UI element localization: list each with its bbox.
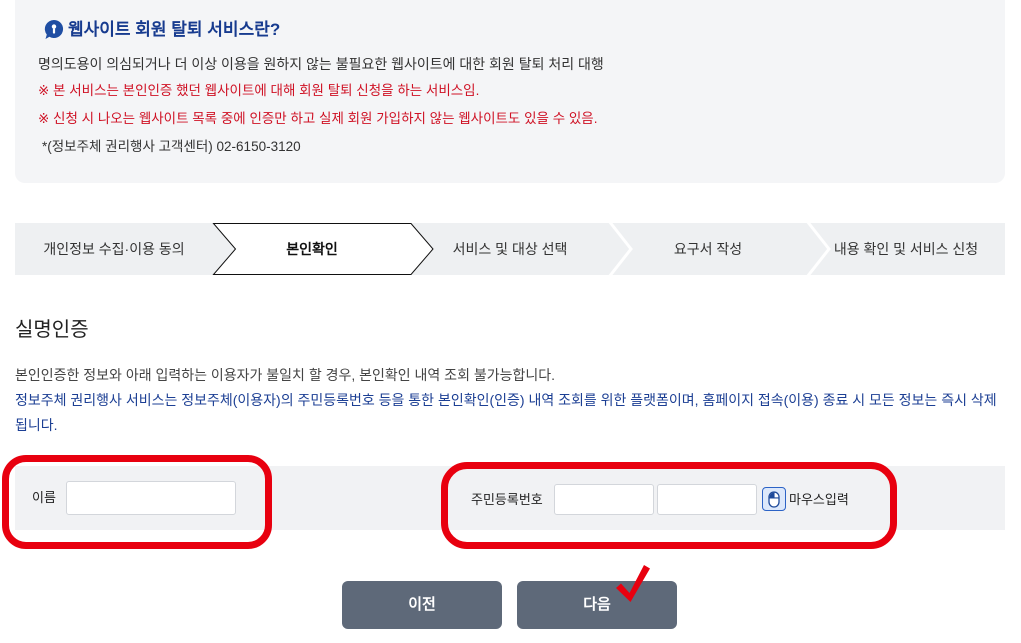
step-write-request: 요구서 작성 — [673, 241, 743, 257]
service-notice: ※ 신청 시 나오는 웹사이트 목록 중에 인증만 하고 실제 회원 가입하지 … — [38, 111, 598, 126]
privacy-info-text: 정보주체 권리행사 서비스는 정보주체(이용자)의 주민등록번호 등을 통한 본… — [15, 392, 997, 433]
next-button[interactable]: 다음 — [517, 581, 677, 629]
step-select-service: 서비스 및 대상 선택 — [452, 241, 568, 257]
rrn-back-input[interactable] — [657, 484, 757, 515]
rrn-front-input[interactable] — [554, 484, 654, 515]
identity-form: 이름 주민등록번호 마우스입력 — [15, 466, 1005, 530]
mouse-input-label: 마우스입력 — [789, 492, 849, 507]
step-consent: 개인정보 수집·이용 동의 — [43, 241, 185, 257]
customer-center-contact: *(정보주체 권리행사 고객센터) 02-6150-3120 — [42, 139, 301, 154]
service-notice: ※ 본 서비스는 본인인증 했던 웹사이트에 대해 회원 탈퇴 신청을 하는 서… — [38, 83, 480, 98]
name-input[interactable] — [66, 481, 236, 515]
mouse-input-button[interactable] — [762, 487, 786, 511]
step-labels: 개인정보 수집·이용 동의 본인확인 서비스 및 대상 선택 요구서 작성 내용… — [15, 223, 1005, 275]
service-info-box: 웹사이트 회원 탈퇴 서비스란? 명의도용이 의심되거나 더 이상 이용을 원하… — [15, 0, 1005, 183]
prev-button[interactable]: 이전 — [342, 581, 502, 629]
step-identity-verification: 본인확인 — [286, 241, 338, 257]
mouse-icon — [767, 490, 781, 508]
info-bubble-icon — [44, 19, 64, 40]
section-title: 실명인증 — [15, 319, 89, 341]
service-info-title: 웹사이트 회원 탈퇴 서비스란? — [68, 20, 281, 39]
name-label: 이름 — [32, 490, 56, 505]
rrn-label: 주민등록번호 — [471, 492, 543, 507]
service-description: 명의도용이 의심되거나 더 이상 이용을 원하지 않는 불필요한 웹사이트에 대… — [38, 56, 604, 72]
progress-steps: 개인정보 수집·이용 동의 본인확인 서비스 및 대상 선택 요구서 작성 내용… — [15, 223, 1005, 275]
verification-notice: 본인인증한 정보와 아래 입력하는 이용자가 불일치 할 경우, 본인확인 내역… — [15, 367, 556, 383]
step-confirm-apply: 내용 확인 및 서비스 신청 — [833, 241, 979, 257]
withdrawal-service-page: 웹사이트 회원 탈퇴 서비스란? 명의도용이 의심되거나 더 이상 이용을 원하… — [0, 0, 1021, 643]
